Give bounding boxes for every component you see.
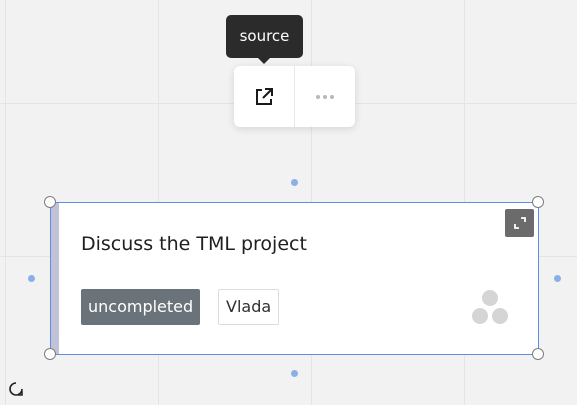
card-status-stripe [51, 203, 59, 354]
assignee-tag[interactable]: Vlada [218, 289, 280, 325]
more-horizontal-icon [316, 94, 334, 99]
rotate-icon[interactable] [7, 380, 25, 398]
connector-dot-bottom[interactable] [291, 370, 298, 377]
source-tooltip: source [226, 15, 303, 58]
tooltip-arrow [257, 57, 271, 64]
card-title[interactable]: Discuss the TML project [81, 233, 307, 255]
assignees-icon[interactable] [471, 289, 509, 325]
task-card[interactable]: Discuss the TML project uncompleted Vlad… [50, 202, 539, 355]
context-toolbar [234, 66, 355, 127]
resize-handle-top-left[interactable] [44, 196, 56, 208]
open-source-button[interactable] [234, 66, 294, 127]
tooltip-text: source [239, 27, 290, 45]
connector-dot-right[interactable] [554, 275, 561, 282]
more-options-button[interactable] [295, 66, 355, 127]
connector-dot-top[interactable] [291, 179, 298, 186]
expand-button[interactable] [505, 209, 534, 237]
expand-icon [513, 217, 526, 229]
resize-handle-bottom-right[interactable] [532, 348, 544, 360]
external-link-icon [256, 87, 273, 105]
resize-handle-top-right[interactable] [532, 196, 544, 208]
resize-handle-bottom-left[interactable] [44, 348, 56, 360]
status-badge[interactable]: uncompleted [81, 289, 201, 325]
connector-dot-left[interactable] [28, 275, 35, 282]
